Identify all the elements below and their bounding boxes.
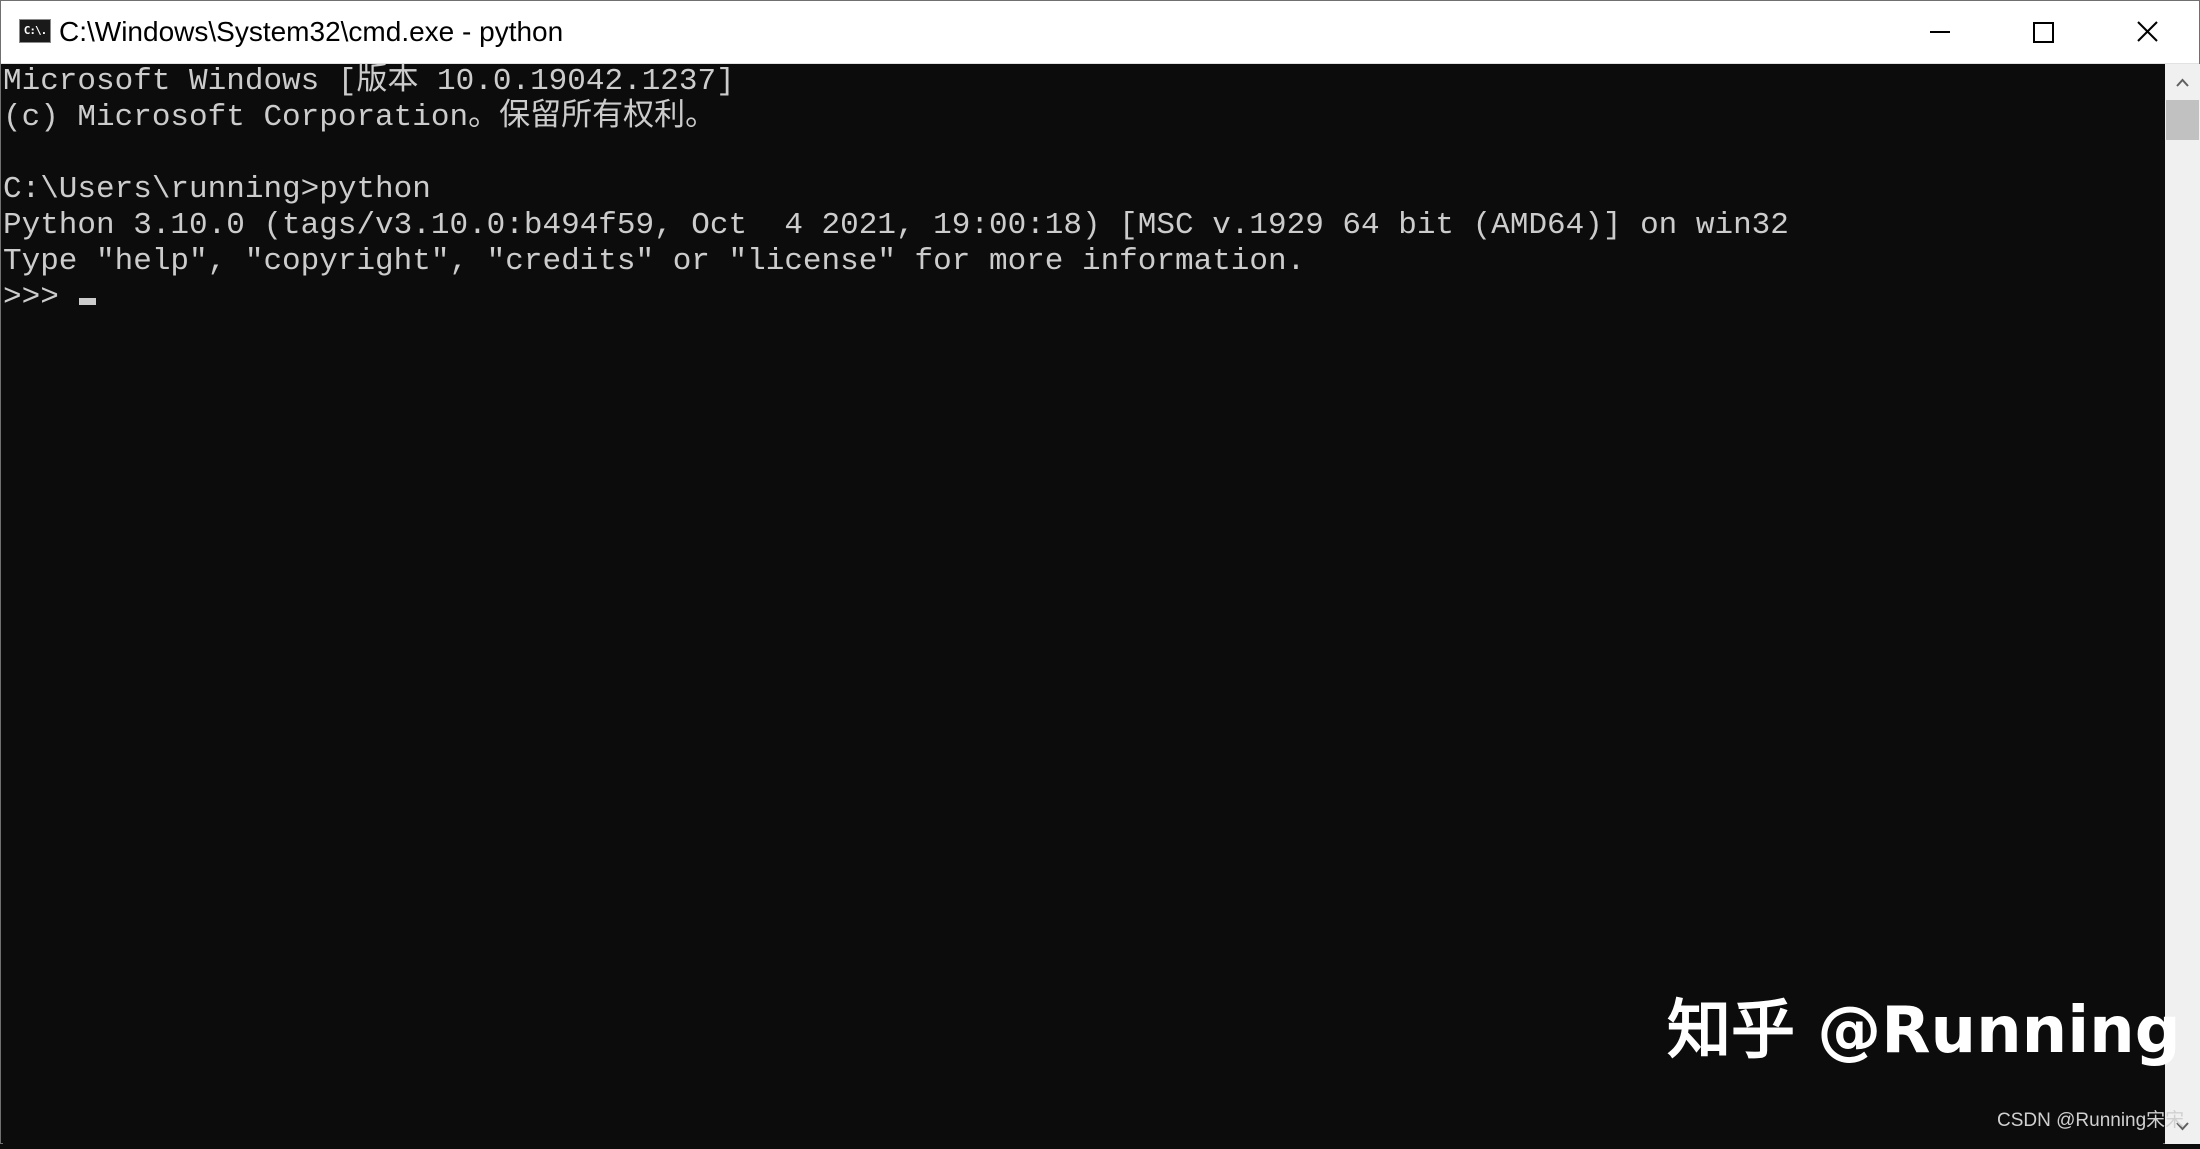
zhihu-watermark: 知乎 @Running (1667, 994, 2181, 1068)
title-bar[interactable]: C:\. C:\Windows\System32\cmd.exe - pytho… (1, 1, 2199, 64)
close-icon (2137, 21, 2158, 42)
maximize-icon (2033, 22, 2054, 43)
console-line: (c) Microsoft Corporation。保留所有权利。 (3, 100, 717, 135)
window-title: C:\Windows\System32\cmd.exe - python (59, 16, 564, 47)
cmd-window: C:\. C:\Windows\System32\cmd.exe - pytho… (0, 0, 2200, 1144)
text-cursor (79, 298, 97, 305)
minimize-button[interactable] (1886, 1, 1990, 63)
console-line: Type "help", "copyright", "credits" or "… (3, 244, 1306, 279)
python-prompt: >>> (3, 280, 78, 315)
close-button[interactable] (2095, 1, 2199, 63)
scroll-up-arrow-icon (2176, 78, 2189, 87)
console-line: Python 3.10.0 (tags/v3.10.0:b494f59, Oct… (3, 208, 1789, 243)
csdn-watermark: CSDN @Running宋宋 (1997, 1110, 2185, 1131)
minimize-icon (1930, 31, 1950, 33)
scroll-thumb[interactable] (2166, 100, 2199, 140)
prompt-line[interactable]: >>> (3, 280, 97, 316)
console-line: Microsoft Windows [版本 10.0.19042.1237] (3, 64, 735, 99)
console-line: C:\Users\running>python (3, 172, 431, 207)
maximize-button[interactable] (1991, 1, 2095, 63)
vertical-scrollbar[interactable] (2165, 64, 2200, 1144)
scroll-up-button[interactable] (2165, 64, 2200, 100)
cmd-icon[interactable]: C:\. (19, 19, 51, 43)
console-output[interactable]: Microsoft Windows [版本 10.0.19042.1237] (… (3, 64, 2163, 1144)
